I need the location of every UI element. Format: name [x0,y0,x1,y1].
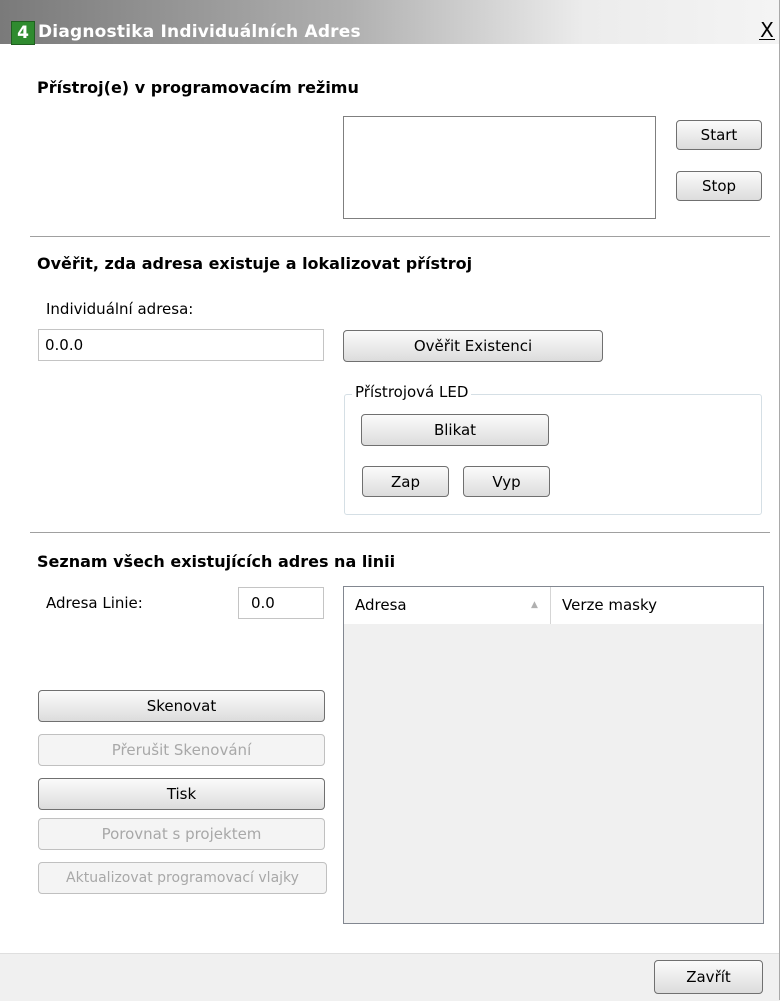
individual-address-input[interactable] [38,329,324,361]
device-led-legend: Přístrojová LED [352,383,472,401]
programming-devices-list[interactable] [343,116,656,219]
app-icon: 4 [11,21,35,45]
blink-button[interactable]: Blikat [361,414,549,446]
individual-address-label: Individuální adresa: [46,300,194,318]
table-header: Adresa ▲ Verze masky [344,587,763,625]
window-title: Diagnostika Individuálních Adres [38,22,361,42]
section-divider [30,236,770,237]
column-header-address[interactable]: Adresa [344,587,551,624]
close-dialog-button[interactable]: Zavřít [654,960,763,994]
start-button[interactable]: Start [676,120,762,150]
line-address-input[interactable] [238,587,324,619]
print-button[interactable]: Tisk [38,778,325,810]
scan-section-title: Seznam všech existujících adres na linii [37,552,396,571]
close-icon[interactable]: X [756,18,778,42]
led-on-button[interactable]: Zap [362,466,449,497]
update-programming-flags-button[interactable]: Aktualizovat programovací vlajky [38,862,327,894]
title-bar[interactable]: 4 Diagnostika Individuálních Adres X [0,0,779,45]
address-table[interactable]: Adresa ▲ Verze masky [343,586,764,924]
verify-existence-button[interactable]: Ověřit Existenci [343,330,603,362]
dialog-footer: Zavřít [0,953,779,1001]
compare-with-project-button[interactable]: Porovnat s projektem [38,818,325,850]
verify-section-title: Ověřit, zda adresa existuje a lokalizova… [37,254,473,273]
programming-mode-title: Přístroj(e) v programovacím režimu [37,78,359,97]
line-address-label: Adresa Linie: [46,594,143,612]
scan-button[interactable]: Skenovat [38,690,325,722]
stop-button[interactable]: Stop [676,171,762,201]
column-header-mask-version[interactable]: Verze masky [551,587,755,624]
section-divider [30,532,770,533]
dialog-window: 4 Diagnostika Individuálních Adres X Pří… [0,0,780,1001]
stop-scan-button[interactable]: Přerušit Skenování [38,734,325,766]
table-body[interactable] [344,624,763,923]
sort-ascending-icon: ▲ [531,600,538,610]
led-off-button[interactable]: Vyp [463,466,550,497]
